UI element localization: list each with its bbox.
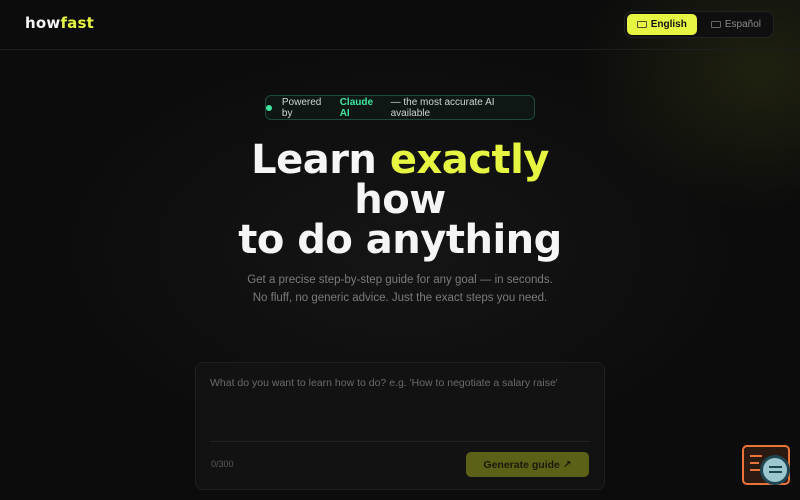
headline-line-1: Learn exactly [0, 140, 800, 180]
headline-line-2: how [354, 177, 446, 223]
badge-prefix: Powered by [281, 96, 322, 119]
card-divider [210, 441, 590, 442]
logo-text-fast: fast [60, 14, 94, 32]
lens-bar [769, 466, 782, 468]
logo[interactable]: howfast [25, 14, 94, 32]
hero-headline: Learn exactly how to do anything [0, 140, 800, 260]
character-counter: 0/300 [211, 459, 234, 469]
widget-line [750, 455, 762, 457]
magnifier-icon[interactable] [760, 455, 790, 485]
generate-guide-button[interactable]: Generate guide ↗ [466, 452, 589, 477]
flag-icon [710, 21, 721, 28]
powered-by-badge: Powered by Claude AI — the most accurate… [265, 95, 535, 120]
language-label: Español [724, 19, 761, 30]
language-label: English [650, 19, 687, 30]
flag-icon [636, 21, 647, 28]
goal-input[interactable] [210, 377, 590, 437]
guide-input-card: 0/300 Generate guide ↗ [195, 362, 605, 490]
language-button-english[interactable]: English [626, 14, 697, 35]
headline-line-3: to do anything [238, 217, 562, 263]
badge-suffix: — the most accurate AI available [390, 96, 495, 119]
language-button-spanish[interactable]: Español [701, 14, 771, 35]
logo-text-how: how [25, 14, 61, 32]
badge-brand: Claude AI [339, 96, 374, 119]
status-dot-icon [266, 104, 272, 111]
top-header: howfast English Español [0, 0, 800, 50]
hero-subtitle: Get a precise step-by-step guide for any… [247, 274, 553, 304]
widget-line [750, 462, 759, 464]
language-switcher: English Español [623, 11, 774, 38]
lens-bar [769, 471, 782, 473]
